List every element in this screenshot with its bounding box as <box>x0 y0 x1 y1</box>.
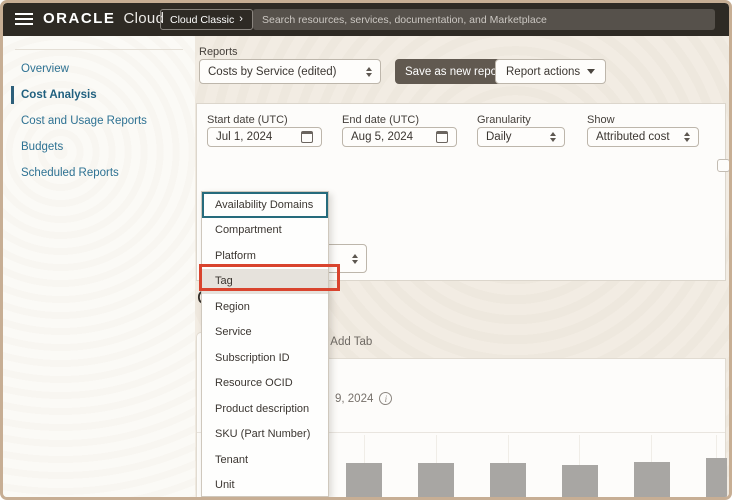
sidebar-nav: OverviewCost AnalysisCost and Usage Repo… <box>3 56 195 186</box>
filter-menu-item-service[interactable]: Service <box>202 320 328 346</box>
start-date-input[interactable]: Jul 1, 2024 <box>207 127 322 147</box>
chevron-updown-icon <box>684 132 690 142</box>
search-input[interactable] <box>253 9 715 30</box>
granularity-select[interactable]: Daily <box>477 127 565 147</box>
end-date-label: End date (UTC) <box>342 114 419 126</box>
reports-label: Reports <box>199 46 238 58</box>
cloud-classic-button[interactable]: Cloud Classic › <box>160 9 253 30</box>
filter-menu-item-product-description[interactable]: Product description <box>202 396 328 422</box>
calendar-icon <box>301 131 313 143</box>
chart-date-caption: 9, 2024 i <box>335 392 392 405</box>
show-label: Show <box>587 114 615 126</box>
filter-menu-item-unit[interactable]: Unit <box>202 473 328 499</box>
chart-bar <box>490 463 526 500</box>
sidebar-item-budgets[interactable]: Budgets <box>3 134 195 160</box>
sidebar-item-overview[interactable]: Overview <box>3 56 195 82</box>
report-select[interactable]: Costs by Service (edited) <box>199 59 381 84</box>
hamburger-menu-icon[interactable] <box>15 13 33 26</box>
brand-oracle: ORACLE <box>43 10 115 27</box>
chart-bar <box>706 458 727 500</box>
end-date-input[interactable]: Aug 5, 2024 <box>342 127 457 147</box>
filter-menu-item-sku-part-number-[interactable]: SKU (Part Number) <box>202 422 328 448</box>
filter-menu-item-availability-domains[interactable]: Availability Domains <box>202 192 328 218</box>
show-select[interactable]: Attributed cost <box>587 127 699 147</box>
sidebar-item-scheduled-reports[interactable]: Scheduled Reports <box>3 160 195 186</box>
sidebar: OverviewCost AnalysisCost and Usage Repo… <box>3 36 195 500</box>
report-actions-button[interactable]: Report actions <box>495 59 606 84</box>
sidebar-item-cost-and-usage-reports[interactable]: Cost and Usage Reports <box>3 108 195 134</box>
start-date-label: Start date (UTC) <box>207 114 288 126</box>
calendar-icon <box>436 131 448 143</box>
panel-checkbox[interactable] <box>717 159 730 172</box>
add-filter-dropdown-menu: Availability DomainsCompartmentPlatformT… <box>201 191 329 497</box>
filter-menu-item-subscription-id[interactable]: Subscription ID <box>202 345 328 371</box>
top-navigation-bar: ORACLE Cloud Cloud Classic › <box>3 3 729 36</box>
filter-menu-item-region[interactable]: Region <box>202 294 328 320</box>
chart-bar <box>562 465 598 500</box>
info-icon[interactable]: i <box>379 392 392 405</box>
filter-menu-item-tenant[interactable]: Tenant <box>202 447 328 473</box>
granularity-label: Granularity <box>477 114 531 126</box>
chevron-updown-icon <box>550 132 556 142</box>
chevron-right-icon: › <box>239 14 243 25</box>
brand-cloud: Cloud <box>124 10 165 27</box>
filter-menu-item-resource-ocid[interactable]: Resource OCID <box>202 371 328 397</box>
chart-bar <box>634 462 670 500</box>
main-content: Reports Costs by Service (edited) Save a… <box>195 36 729 500</box>
sidebar-item-cost-analysis[interactable]: Cost Analysis <box>3 82 195 108</box>
filter-menu-item-compartment[interactable]: Compartment <box>202 218 328 244</box>
chevron-updown-icon <box>352 254 358 264</box>
chart-bar <box>418 463 454 500</box>
browser-window: ORACLE Cloud Cloud Classic › OverviewCos… <box>0 0 732 500</box>
filter-menu-item-tag[interactable]: Tag <box>202 269 328 295</box>
chart-bar <box>346 463 382 500</box>
chevron-updown-icon <box>366 67 372 77</box>
caret-down-icon <box>587 69 595 74</box>
sidebar-divider <box>15 49 183 50</box>
oracle-cloud-logo[interactable]: ORACLE Cloud <box>43 10 164 27</box>
filter-menu-item-platform[interactable]: Platform <box>202 243 328 269</box>
